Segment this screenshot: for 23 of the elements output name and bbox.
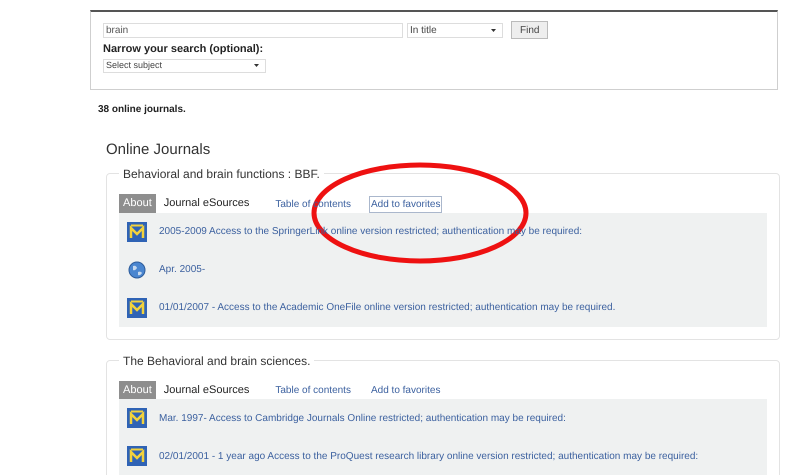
source-link[interactable]: Apr. 2005- bbox=[159, 262, 206, 277]
journal-link[interactable]: Add to favorites bbox=[368, 382, 442, 399]
globe-icon bbox=[127, 260, 147, 280]
journal-tab[interactable]: About bbox=[119, 380, 156, 399]
journal-link[interactable]: Table of contents bbox=[273, 382, 353, 399]
find-button[interactable]: Find bbox=[511, 21, 548, 39]
journal-link[interactable]: Add to favorites bbox=[368, 196, 442, 212]
library-logo-icon bbox=[127, 298, 147, 318]
narrow-label: Narrow your search (optional): bbox=[103, 42, 264, 57]
journal-tab[interactable]: About bbox=[119, 194, 156, 212]
library-logo-icon bbox=[127, 446, 147, 466]
search-field[interactable]: brain bbox=[103, 22, 403, 38]
source-link[interactable]: 02/01/2001 - 1 year ago Access to the ProQuest research library online version restricted; authentication may be required: bbox=[159, 448, 698, 464]
scope-select[interactable]: In title bbox=[407, 22, 503, 38]
subject-select[interactable]: Select subject bbox=[103, 58, 266, 72]
source-link[interactable]: 01/01/2007 - Access to the Academic OneFile online version restricted; authentication may be required. bbox=[159, 300, 616, 315]
result-count: 38 online journals. bbox=[98, 102, 187, 116]
source-link[interactable]: Mar. 1997- Access to Cambridge Journals Online restricted; authentication may be required: bbox=[159, 410, 566, 426]
caret-icon bbox=[254, 64, 259, 67]
library-logo-icon bbox=[127, 222, 147, 242]
section-heading: Online Journals bbox=[106, 140, 212, 160]
caret-icon bbox=[491, 28, 496, 32]
library-logo-icon bbox=[127, 408, 147, 428]
